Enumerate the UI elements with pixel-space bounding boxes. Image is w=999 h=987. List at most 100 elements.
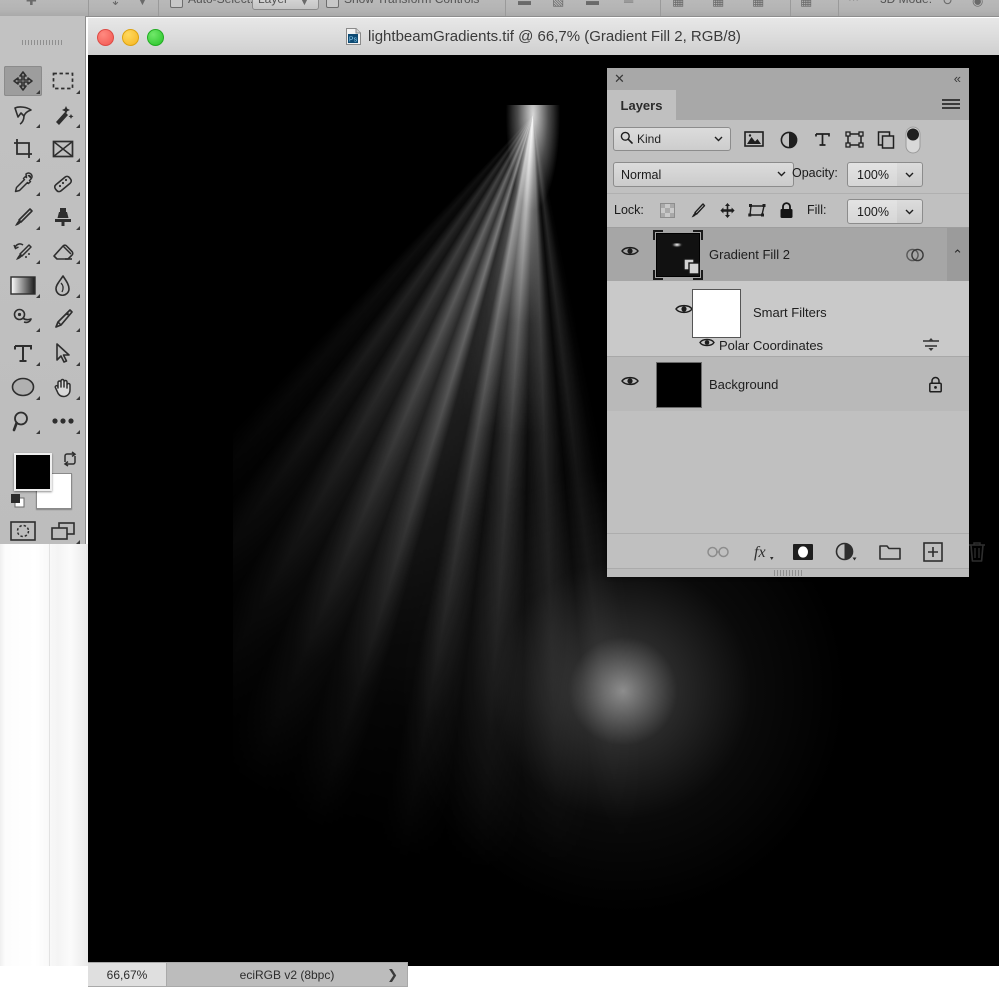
reset-colors-icon[interactable] xyxy=(10,493,26,509)
lock-transparent-pixels-icon[interactable] xyxy=(657,200,677,220)
distribute-bottom-icon[interactable]: ▦ xyxy=(752,0,764,9)
history-brush-tool[interactable] xyxy=(4,236,42,266)
quick-mask-mode-button[interactable] xyxy=(4,516,42,546)
layer-list[interactable]: Gradient Fill 2 ⌃ Smart Filters Polar Co… xyxy=(607,227,969,534)
panel-tab-strip[interactable]: Layers xyxy=(607,90,969,120)
lock-row[interactable]: Lock: Fill: 100% xyxy=(607,193,969,227)
close-button[interactable] xyxy=(97,29,114,46)
zoom-tool[interactable] xyxy=(4,406,42,436)
filter-toggle-switch[interactable] xyxy=(905,126,921,159)
gradient-tool[interactable] xyxy=(4,270,42,300)
threed-roll-icon[interactable]: ◉ xyxy=(972,0,983,9)
quick-selection-tool[interactable] xyxy=(44,100,82,130)
lasso-tool[interactable] xyxy=(4,100,42,130)
smart-filter-row-polar-coordinates[interactable]: Polar Coordinates xyxy=(607,334,969,356)
toolbar-drag-grip[interactable] xyxy=(22,40,62,45)
background-visibility-toggle[interactable] xyxy=(620,375,640,387)
eyedropper-tool[interactable] xyxy=(4,168,42,198)
layer-name-smart-filters[interactable]: Smart Filters xyxy=(753,305,827,320)
lock-all-icon[interactable] xyxy=(776,200,796,220)
panel-menu-icon[interactable] xyxy=(942,99,960,111)
layer-row-background[interactable]: Background xyxy=(607,356,969,412)
new-group-button[interactable] xyxy=(879,540,901,564)
dodge-tool[interactable] xyxy=(4,304,42,334)
hand-tool[interactable] xyxy=(44,372,82,402)
edit-toolbar-tool[interactable] xyxy=(44,406,82,436)
lock-position-icon[interactable] xyxy=(717,200,737,220)
link-layers-button[interactable] xyxy=(707,540,729,564)
blend-mode-row[interactable]: Normal Opacity: 100% xyxy=(607,156,969,193)
layer-filter-row[interactable]: Kind xyxy=(607,120,969,156)
type-tool[interactable] xyxy=(4,338,42,368)
distribute-left-icon[interactable]: ▦ xyxy=(672,0,684,9)
panel-title-bar[interactable]: ✕ « xyxy=(607,68,969,90)
minimize-button[interactable] xyxy=(122,29,139,46)
distribute-spacing-icon[interactable]: ▦ xyxy=(800,0,812,9)
layer-row-gradient-fill-2[interactable]: Gradient Fill 2 ⌃ xyxy=(607,228,969,281)
foreground-color-swatch[interactable] xyxy=(14,453,52,491)
eraser-tool[interactable] xyxy=(44,236,82,266)
fill-input[interactable]: 100% xyxy=(847,199,899,224)
preset-chevron-icon[interactable]: ▼ xyxy=(138,0,147,7)
layer-effects-indicator-icon[interactable] xyxy=(905,246,925,269)
align-right-edges-icon[interactable]: ▬ xyxy=(586,0,599,8)
move-tool-preset-icon[interactable]: ⇣ xyxy=(110,0,121,9)
distribute-center-icon[interactable]: ▦ xyxy=(712,0,724,9)
close-icon[interactable]: ✕ xyxy=(614,71,625,87)
chevron-down-icon[interactable] xyxy=(776,168,787,182)
lock-artboard-nesting-icon[interactable] xyxy=(747,200,767,220)
delete-layer-button[interactable] xyxy=(967,540,987,564)
options-bar[interactable]: ✚ ⇣ ▼ Auto-Select: Layer ▼ Show Transfor… xyxy=(0,0,999,17)
smart-filters-visibility-toggle[interactable] xyxy=(674,303,694,315)
pen-tool[interactable] xyxy=(44,304,82,334)
path-selection-tool[interactable] xyxy=(44,338,82,368)
opacity-stepper-icon[interactable] xyxy=(897,162,923,187)
tools-panel[interactable] xyxy=(0,16,86,544)
layer-style-button[interactable]: fx xyxy=(752,540,776,564)
layers-panel-bottom-bar[interactable]: fx xyxy=(607,533,985,569)
lock-image-pixels-icon[interactable] xyxy=(687,200,707,220)
move-tool[interactable] xyxy=(4,66,42,96)
type-filter-icon[interactable] xyxy=(814,131,831,153)
smart-filter-mask-thumbnail[interactable] xyxy=(692,289,741,338)
swap-colors-icon[interactable] xyxy=(62,451,78,467)
scope-chevron-icon[interactable]: ▼ xyxy=(300,0,309,7)
maximize-button[interactable] xyxy=(147,29,164,46)
resize-grip[interactable] xyxy=(774,570,802,576)
smart-filter-name-polar-coordinates[interactable]: Polar Coordinates xyxy=(719,338,823,353)
new-layer-button[interactable] xyxy=(923,540,943,564)
ellipse-tool[interactable] xyxy=(4,372,42,402)
screen-mode-button[interactable] xyxy=(44,516,82,546)
layer-visibility-toggle[interactable] xyxy=(620,245,640,257)
layer-name-background[interactable]: Background xyxy=(709,377,778,392)
fill-stepper-icon[interactable] xyxy=(897,199,923,224)
more-options-icon[interactable]: ⋯ xyxy=(848,0,859,6)
show-transform-checkbox[interactable] xyxy=(326,0,339,8)
threed-orbit-icon[interactable]: ↻ xyxy=(942,0,953,9)
pixel-filter-icon[interactable] xyxy=(744,131,764,152)
spot-healing-brush-tool[interactable] xyxy=(44,168,82,198)
align-bottom-edges-icon[interactable]: ═ xyxy=(624,0,633,8)
align-horizontal-centers-icon[interactable]: ▧ xyxy=(552,0,564,9)
layer-row-smart-filters[interactable]: Smart Filters Polar Coordinates xyxy=(607,281,969,356)
new-adjustment-layer-button[interactable] xyxy=(835,540,859,564)
polar-coordinates-visibility-toggle[interactable] xyxy=(697,337,717,348)
layer-list-empty-area[interactable] xyxy=(607,411,969,534)
window-controls[interactable] xyxy=(97,29,164,46)
shape-filter-icon[interactable] xyxy=(845,131,864,153)
slice-tool[interactable] xyxy=(44,134,82,164)
filter-kind-select[interactable]: Kind xyxy=(613,127,731,151)
blur-tool[interactable] xyxy=(44,270,82,300)
color-swatches[interactable] xyxy=(10,451,77,511)
chevron-down-icon[interactable] xyxy=(713,133,724,147)
add-layer-mask-button[interactable] xyxy=(792,540,814,564)
document-title-bar[interactable]: Ps lightbeamGradients.tif @ 66,7% (Gradi… xyxy=(88,18,999,56)
collapse-panel-icon[interactable]: « xyxy=(954,71,961,87)
rectangular-marquee-tool[interactable] xyxy=(44,66,82,96)
panel-resize-handle[interactable] xyxy=(607,568,969,577)
crop-tool[interactable] xyxy=(4,134,42,164)
adjustment-filter-icon[interactable] xyxy=(780,131,798,154)
filter-blending-options-icon[interactable] xyxy=(921,337,941,358)
status-expand-icon[interactable]: ❯ xyxy=(387,967,398,983)
blend-mode-select[interactable]: Normal xyxy=(613,162,794,187)
